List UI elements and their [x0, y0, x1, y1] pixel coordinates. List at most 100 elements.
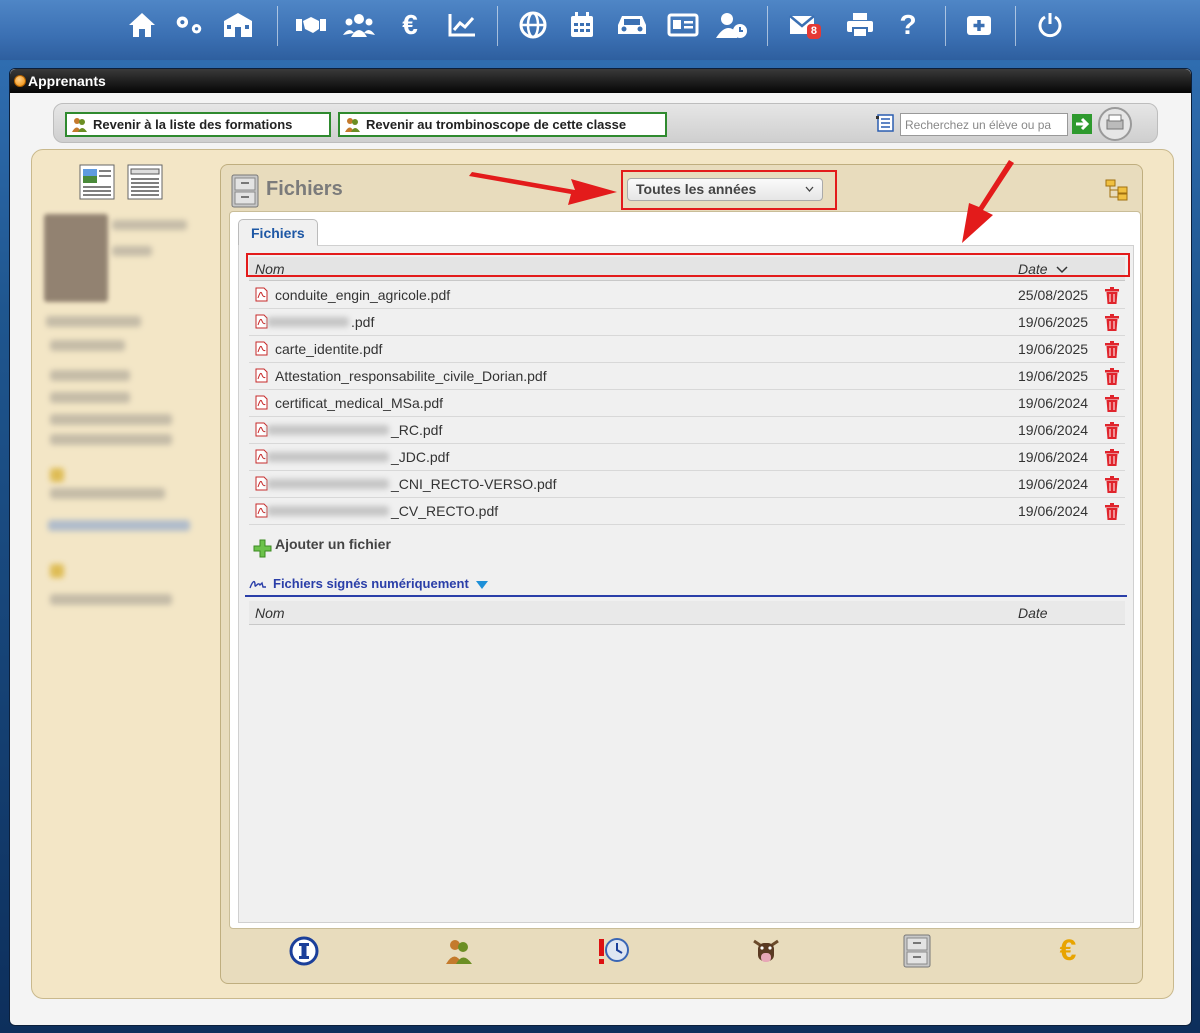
redacted-text	[50, 434, 172, 445]
file-name-link[interactable]: Attestation_responsabilite_civile_Dorian…	[275, 363, 547, 389]
table-row[interactable]: _CV_RECTO.pdf 19/06/2024	[249, 498, 1125, 525]
file-name-link[interactable]: conduite_engin_agricole.pdf	[275, 282, 450, 308]
id-card-icon[interactable]	[666, 8, 700, 42]
redacted-text	[48, 520, 190, 531]
redacted-text	[267, 425, 389, 435]
table-row[interactable]: _RC.pdf 19/06/2024	[249, 417, 1125, 444]
profile-card-icon[interactable]	[79, 163, 117, 201]
cabinet-icon[interactable]	[897, 931, 937, 971]
file-name-link[interactable]: _CV_RECTO.pdf	[391, 498, 498, 524]
back-to-trombinoscope-label: Revenir au trombinoscope de cette classe	[366, 117, 627, 132]
add-file-button[interactable]: Ajouter un fichier	[253, 533, 391, 558]
redacted-text	[267, 452, 389, 462]
chart-icon[interactable]	[445, 8, 479, 42]
back-to-trombinoscope-button[interactable]: Revenir au trombinoscope de cette classe	[338, 112, 667, 137]
trash-icon[interactable]	[1105, 314, 1119, 331]
apprenants-window: Apprenants Revenir à la liste des format…	[9, 68, 1192, 1026]
signed-col-date-header[interactable]: Date	[1018, 601, 1048, 625]
pdf-icon	[255, 368, 268, 383]
list-icon[interactable]	[876, 114, 894, 132]
redacted-text	[50, 392, 130, 403]
filing-cabinet-icon	[231, 174, 259, 208]
trash-icon[interactable]	[1105, 476, 1119, 493]
people-icon[interactable]	[439, 931, 479, 971]
menu-separator	[1015, 6, 1016, 46]
plus-icon	[253, 539, 272, 558]
cow-icon[interactable]	[746, 931, 786, 971]
files-panel: Fichiers Toutes les années Fichiers Nom …	[220, 164, 1143, 984]
trash-icon[interactable]	[1105, 503, 1119, 520]
globe-icon[interactable]	[516, 8, 550, 42]
window-titlebar: Apprenants	[10, 69, 1191, 93]
table-row[interactable]: Attestation_responsabilite_civile_Dorian…	[249, 363, 1125, 390]
table-row[interactable]: conduite_engin_agricole.pdf 25/08/2025	[249, 282, 1125, 309]
signed-col-name-header[interactable]: Nom	[255, 601, 285, 625]
info-icon[interactable]	[284, 931, 324, 971]
car-icon[interactable]	[615, 8, 649, 42]
calendar-icon[interactable]	[565, 8, 599, 42]
file-name-link[interactable]: certificat_medical_MSa.pdf	[275, 390, 443, 416]
settings-icon[interactable]	[172, 8, 206, 42]
mail-count-badge: 8	[806, 24, 821, 39]
back-to-formations-button[interactable]: Revenir à la liste des formations	[65, 112, 331, 137]
redacted-text	[50, 414, 172, 425]
redacted-text	[112, 246, 152, 256]
trash-icon[interactable]	[1105, 368, 1119, 385]
printer-round-icon[interactable]	[1097, 106, 1133, 142]
people-icon	[72, 118, 87, 132]
signed-files-title: Fichiers signés numériquement	[273, 576, 469, 591]
first-aid-icon[interactable]	[962, 8, 996, 42]
trash-icon[interactable]	[1105, 395, 1119, 412]
files-content: Fichiers Nom Date conduite_engin_agricol…	[229, 211, 1141, 929]
rss-icon	[14, 75, 26, 87]
student-sidebar	[32, 150, 217, 998]
file-name-link[interactable]: _JDC.pdf	[391, 444, 449, 470]
tree-icon[interactable]	[1105, 179, 1129, 201]
signed-files-toggle[interactable]: Fichiers signés numériquement	[245, 573, 1127, 597]
handshake-icon[interactable]	[294, 8, 328, 42]
table-row[interactable]: certificat_medical_MSa.pdf 19/06/2024	[249, 390, 1125, 417]
help-icon[interactable]: ?	[891, 8, 925, 42]
home-icon[interactable]	[125, 8, 159, 42]
print-icon[interactable]	[843, 8, 877, 42]
euro-icon[interactable]: €	[1048, 931, 1088, 971]
file-name-link[interactable]: _CNI_RECTO-VERSO.pdf	[391, 471, 556, 497]
table-row[interactable]: .pdf 19/06/2025	[249, 309, 1125, 336]
menu-separator	[277, 6, 278, 46]
trash-icon[interactable]	[1105, 422, 1119, 439]
table-row[interactable]: _JDC.pdf 19/06/2024	[249, 444, 1125, 471]
file-name-link[interactable]: _RC.pdf	[391, 417, 442, 443]
group-icon[interactable]	[342, 8, 376, 42]
student-search-input[interactable]	[900, 113, 1068, 136]
trash-icon[interactable]	[1105, 287, 1119, 304]
file-date: 19/06/2024	[1018, 476, 1089, 492]
power-icon[interactable]	[1033, 8, 1067, 42]
mail-icon[interactable]: 8	[785, 8, 821, 42]
redacted-text	[50, 594, 172, 605]
euro-icon[interactable]: €	[393, 8, 427, 42]
table-row[interactable]: carte_identite.pdf 19/06/2025	[249, 336, 1125, 363]
tab-fichiers[interactable]: Fichiers	[238, 219, 318, 246]
pdf-icon	[255, 395, 268, 410]
clock-alert-icon[interactable]	[593, 931, 633, 971]
file-date: 19/06/2024	[1018, 395, 1089, 411]
redacted-text	[50, 370, 130, 381]
redacted-text	[50, 340, 125, 351]
redacted-text	[267, 479, 389, 489]
file-name-link[interactable]: .pdf	[351, 309, 374, 335]
file-name-link[interactable]: carte_identite.pdf	[275, 336, 382, 362]
trash-icon[interactable]	[1105, 449, 1119, 466]
table-row[interactable]: _CNI_RECTO-VERSO.pdf 19/06/2024	[249, 471, 1125, 498]
user-clock-icon[interactable]	[715, 8, 749, 42]
redacted-text	[267, 506, 389, 516]
form-icon[interactable]	[127, 163, 165, 201]
trash-icon[interactable]	[1105, 341, 1119, 358]
files-list-area: Nom Date conduite_engin_agricole.pdf 25/0…	[238, 245, 1134, 923]
search-go-icon[interactable]	[1072, 114, 1092, 134]
redacted-text	[46, 316, 141, 327]
highlight-table-header	[246, 253, 1130, 277]
school-icon[interactable]	[221, 8, 255, 42]
menu-separator	[767, 6, 768, 46]
pdf-icon	[255, 341, 268, 356]
avatar	[44, 214, 108, 302]
